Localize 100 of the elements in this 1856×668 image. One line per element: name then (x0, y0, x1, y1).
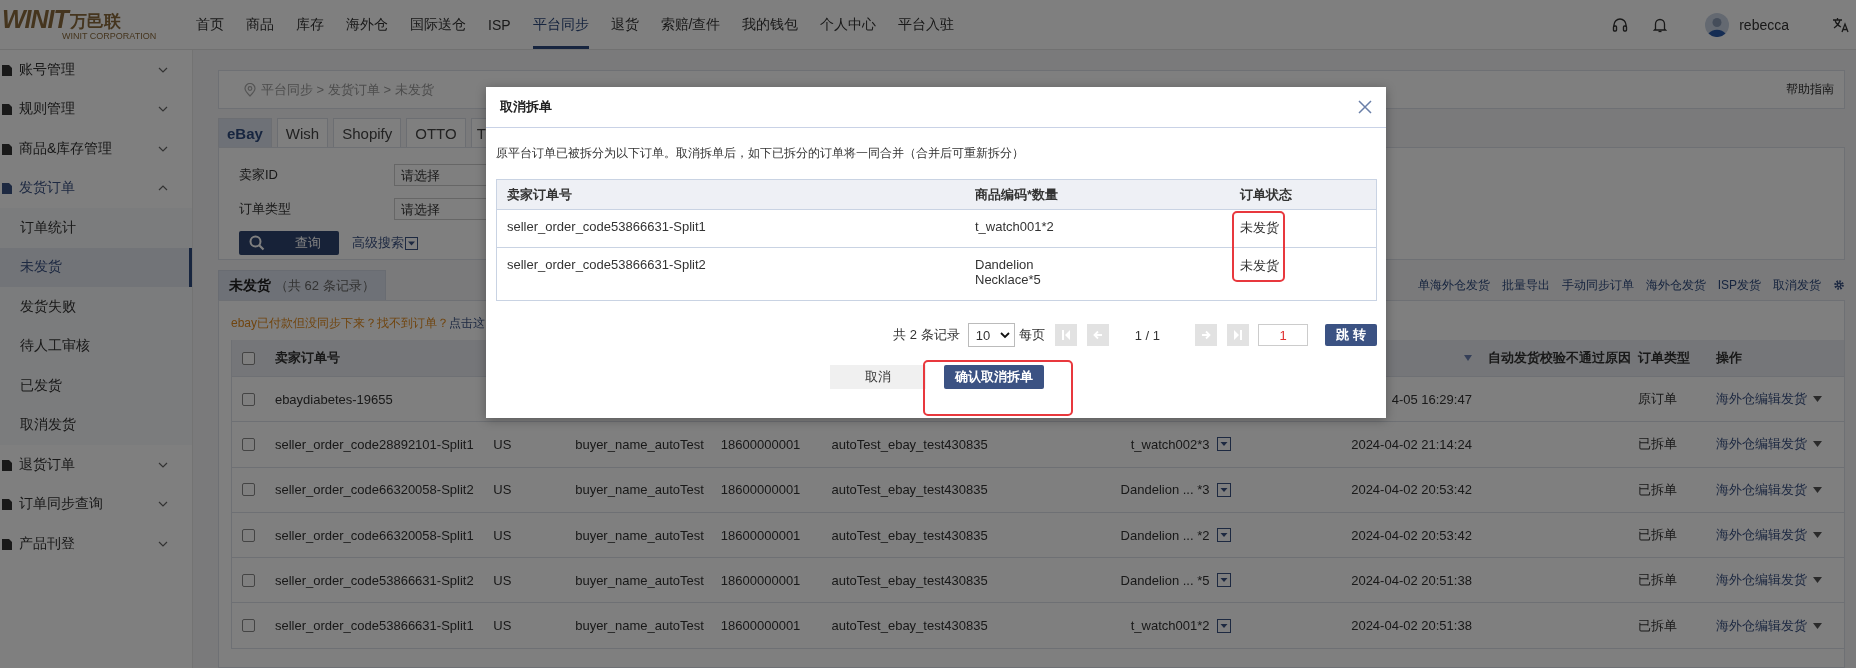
dropdown-icon[interactable] (1216, 482, 1231, 497)
checkbox[interactable] (241, 619, 255, 633)
platform-tab[interactable]: OTTO (406, 118, 466, 147)
confirm-button[interactable]: 确认取消拆单 (943, 365, 1044, 389)
dropdown-icon[interactable] (1216, 618, 1231, 633)
dropdown-icon[interactable] (1216, 437, 1231, 452)
nav-item[interactable]: 退货 (610, 0, 639, 49)
headset-icon[interactable] (1612, 16, 1629, 33)
page-size-select[interactable]: 10 (967, 323, 1015, 347)
page-input[interactable]: 1 (1258, 324, 1308, 346)
action-link[interactable]: 海外仓编辑发货 (1716, 435, 1808, 454)
translate-icon[interactable] (1832, 16, 1850, 33)
help-link[interactable]: 帮助指南 (1786, 81, 1834, 98)
sidebar-subitem[interactable]: 待人工审核 (0, 326, 192, 366)
nav-item[interactable]: ISP (488, 0, 511, 49)
dropdown-icon[interactable] (1216, 573, 1231, 588)
record-count: 共 2 条记录 (893, 326, 960, 344)
caret-icon[interactable] (1813, 441, 1823, 448)
toolbar-link[interactable]: 海外仓发货 (1645, 276, 1706, 294)
caret-icon[interactable] (1813, 577, 1823, 584)
nav-item[interactable]: 国际送仓 (410, 0, 466, 49)
checkbox[interactable] (241, 528, 255, 542)
toolbar-link[interactable]: 手动同步订单 (1561, 276, 1634, 294)
nav-item[interactable]: 平台入驻 (898, 0, 955, 49)
sidebar-item[interactable]: 商品&库存管理 (0, 129, 192, 169)
sidebar-item[interactable]: 订单同步查询 (0, 484, 192, 524)
table-cell: 2024-04-02 20:53:42 (1351, 482, 1472, 498)
document-icon (2, 182, 12, 195)
logo-subtitle: WINIT CORPORATION (62, 32, 157, 42)
nav-item[interactable]: 库存 (296, 0, 324, 49)
caret-icon[interactable] (1813, 622, 1823, 629)
table-cell: 18600000001 (720, 482, 801, 498)
sidebar-subitem[interactable]: 未发货 (0, 247, 192, 287)
table-cell: autoTest_ebay_test430835 (831, 482, 988, 498)
table-cell: US (493, 572, 512, 588)
sidebar-subitem[interactable]: 发货失败 (0, 287, 192, 327)
action-link[interactable]: 海外仓编辑发货 (1716, 526, 1808, 545)
caret-icon[interactable] (1813, 532, 1823, 539)
table-cell: US (493, 618, 512, 634)
caret-icon[interactable] (1813, 486, 1823, 493)
platform-tab[interactable]: Wish (276, 118, 329, 147)
advanced-search-link[interactable]: 高级搜索 (352, 234, 404, 252)
sidebar-subitem[interactable]: 取消发货 (0, 405, 192, 445)
dropdown-icon[interactable] (1216, 528, 1231, 543)
action-link[interactable]: 海外仓编辑发货 (1716, 390, 1808, 409)
action-link[interactable]: 海外仓编辑发货 (1716, 480, 1808, 499)
dropdown-icon[interactable] (405, 236, 418, 250)
nav-item[interactable]: 索赔/查件 (660, 0, 721, 49)
table-cell: 未发货 (1240, 258, 1279, 273)
document-icon (2, 63, 12, 76)
nav-item[interactable]: 商品 (246, 0, 274, 49)
jump-button[interactable]: 跳 转 (1325, 324, 1377, 346)
sidebar-item[interactable]: 发货订单 (0, 168, 192, 208)
action-link[interactable]: 海外仓编辑发货 (1716, 571, 1808, 590)
close-icon[interactable] (1358, 100, 1372, 114)
table-cell: autoTest_ebay_test430835 (831, 527, 988, 543)
avatar-icon[interactable] (1705, 12, 1730, 37)
table-cell: buyer_name_autoTest (575, 527, 704, 543)
search-button[interactable]: 查询 (239, 231, 339, 255)
table-cell: 18600000001 (720, 527, 801, 543)
action-link[interactable]: 海外仓编辑发货 (1716, 616, 1808, 635)
sidebar-subitem[interactable]: 已发货 (0, 366, 192, 406)
nav-item[interactable]: 个人中心 (820, 0, 877, 49)
table-cell: buyer_name_autoTest (575, 618, 704, 634)
settings-icon[interactable] (1833, 279, 1845, 291)
toolbar-link[interactable]: 批量导出 (1501, 276, 1550, 294)
checkbox[interactable] (241, 573, 255, 587)
column-header: 订单状态 (1240, 186, 1292, 202)
sidebar-item[interactable]: 规则管理 (0, 89, 192, 129)
sidebar-item[interactable]: 账号管理 (0, 50, 192, 90)
nav-item[interactable]: 我的钱包 (742, 0, 799, 49)
table-cell: seller_order_code28892101-Split1 (274, 436, 474, 452)
column-header: 卖家订单号 (274, 349, 340, 367)
sidebar-item[interactable]: 产品刊登 (0, 524, 192, 564)
nav-item[interactable]: 海外仓 (346, 0, 388, 49)
checkbox[interactable] (241, 483, 255, 497)
cancel-button[interactable]: 取消 (829, 365, 926, 389)
user-name[interactable]: rebecca (1739, 16, 1789, 33)
checkbox[interactable] (241, 392, 255, 406)
caret-icon[interactable] (1813, 396, 1823, 403)
document-icon (2, 103, 12, 116)
platform-tab[interactable]: Shopify (333, 118, 402, 147)
toolbar-link[interactable]: 取消发货 (1773, 276, 1821, 294)
chevron-icon (158, 501, 168, 508)
sidebar-subitem[interactable]: 订单统计 (0, 208, 192, 248)
table-cell: ebaydiabetes-19655 (274, 391, 393, 407)
checkbox[interactable] (241, 437, 255, 451)
toolbar-link[interactable]: ISP发货 (1717, 276, 1761, 294)
sidebar-item[interactable]: 退货订单 (0, 445, 192, 485)
checkbox[interactable] (241, 351, 255, 365)
bell-icon[interactable] (1653, 16, 1668, 33)
section-tab[interactable]: 未发货 （共 62 条记录） (218, 270, 386, 300)
nav-item[interactable]: 平台同步 (532, 0, 589, 49)
chevron-icon (158, 185, 168, 192)
nav-item[interactable]: 首页 (196, 0, 224, 49)
toolbar-link[interactable]: 单海外仓发货 (1417, 276, 1490, 294)
sort-icon[interactable] (1463, 355, 1472, 361)
notice-link[interactable]: 点击这 (449, 314, 486, 332)
platform-tab[interactable]: eBay (218, 118, 272, 147)
table-cell: t_watch001*2 (1130, 618, 1210, 634)
